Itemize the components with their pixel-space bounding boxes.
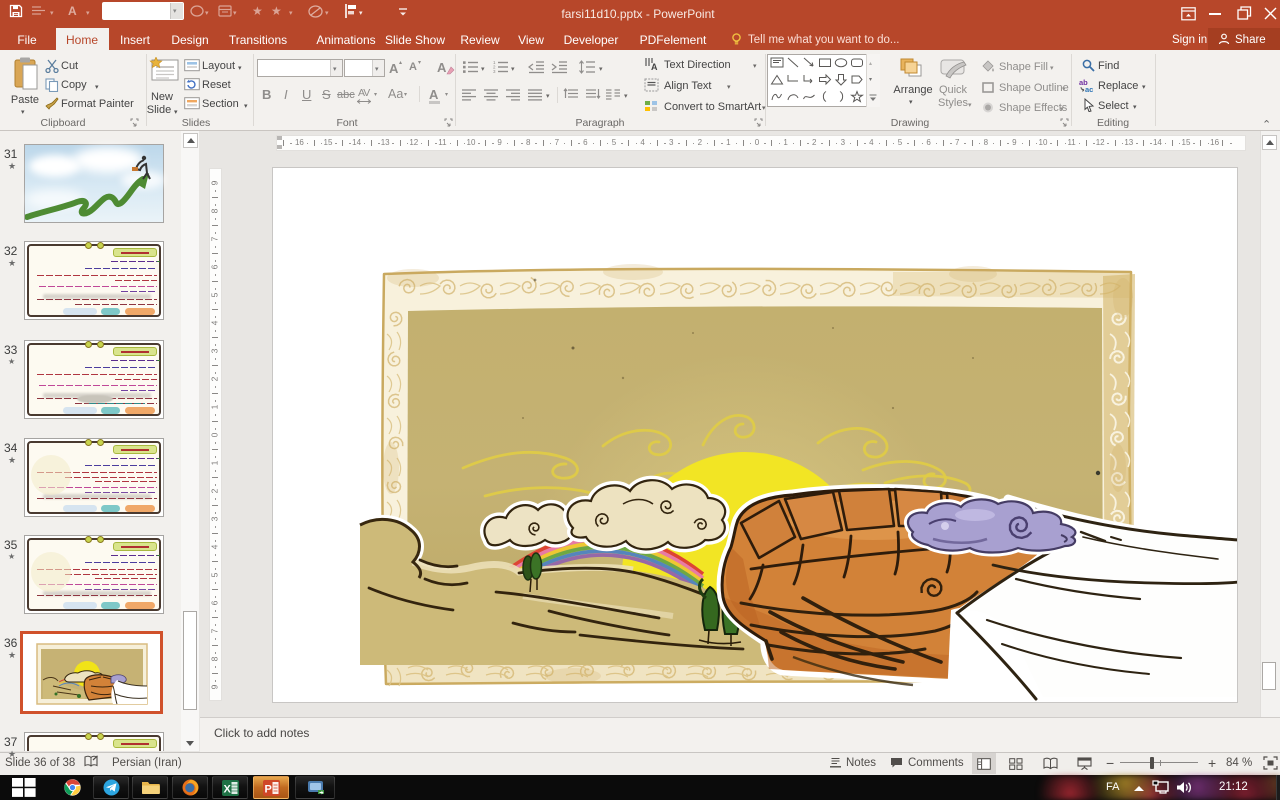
svg-text:ac: ac: [1085, 85, 1093, 93]
svg-text:P: P: [265, 784, 272, 796]
svg-text:3: 3: [493, 69, 496, 74]
svg-text:A: A: [651, 62, 658, 71]
svg-text:X: X: [224, 784, 232, 796]
